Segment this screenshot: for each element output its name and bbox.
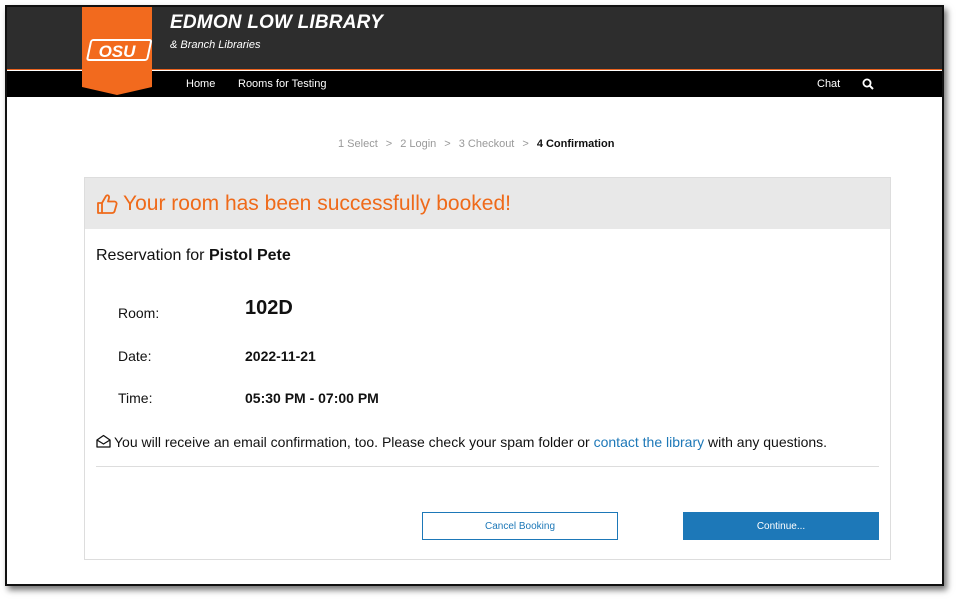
thumbs-up-icon — [97, 194, 118, 214]
room-label: Room: — [118, 305, 160, 321]
cancel-booking-button[interactable]: Cancel Booking — [422, 512, 618, 540]
step-separator: > — [522, 138, 529, 150]
step-separator: > — [444, 138, 451, 150]
date-label: Date: — [118, 348, 152, 364]
confirmation-header: Your room has been successfully booked! — [85, 178, 890, 229]
step-confirmation: 4 Confirmation — [536, 138, 615, 150]
email-note: You will receive an email confirmation, … — [114, 434, 827, 450]
osu-logo[interactable]: OSU — [82, 7, 152, 95]
room-value: 102D — [245, 297, 293, 319]
success-message: Your room has been successfully booked! — [123, 192, 511, 215]
site-title[interactable]: EDMON LOW LIBRARY — [170, 12, 383, 34]
time-value: 05:30 PM - 07:00 PM — [245, 390, 379, 406]
envelope-open-icon — [96, 434, 111, 448]
reservation-name: Pistol Pete — [208, 247, 291, 264]
nav-chat[interactable]: Chat — [817, 78, 840, 90]
nav-rooms-for-testing[interactable]: Rooms for Testing — [238, 78, 326, 90]
checkout-steps: 1 Select >2 Login >3 Checkout >4 Confirmati… — [338, 138, 614, 150]
search-icon[interactable] — [862, 78, 874, 90]
email-note-text: You will receive an email confirmation, … — [114, 434, 590, 450]
site-subtitle: & Branch Libraries — [170, 39, 261, 51]
nav-home[interactable]: Home — [186, 78, 215, 90]
email-note-text-end: with any questions. — [708, 434, 828, 450]
reservation-heading: Reservation for Pistol Pete — [96, 247, 291, 265]
time-label: Time: — [118, 390, 153, 406]
date-value: 2022-11-21 — [245, 348, 316, 364]
step-separator: > — [385, 138, 393, 150]
step-login: 2 Login — [400, 138, 437, 150]
reservation-prefix: Reservation for — [96, 247, 205, 264]
confirmation-card: Your room has been successfully booked! … — [84, 177, 891, 560]
step-checkout: 3 Checkout — [458, 138, 515, 150]
divider — [96, 466, 879, 467]
continue-button[interactable]: Continue... — [683, 512, 879, 540]
svg-text:OSU: OSU — [99, 42, 137, 61]
step-select: 1 Select — [338, 138, 378, 150]
contact-library-link[interactable]: contact the library — [594, 434, 705, 450]
browser-frame: OSU EDMON LOW LIBRARY & Branch Libraries… — [5, 5, 944, 586]
